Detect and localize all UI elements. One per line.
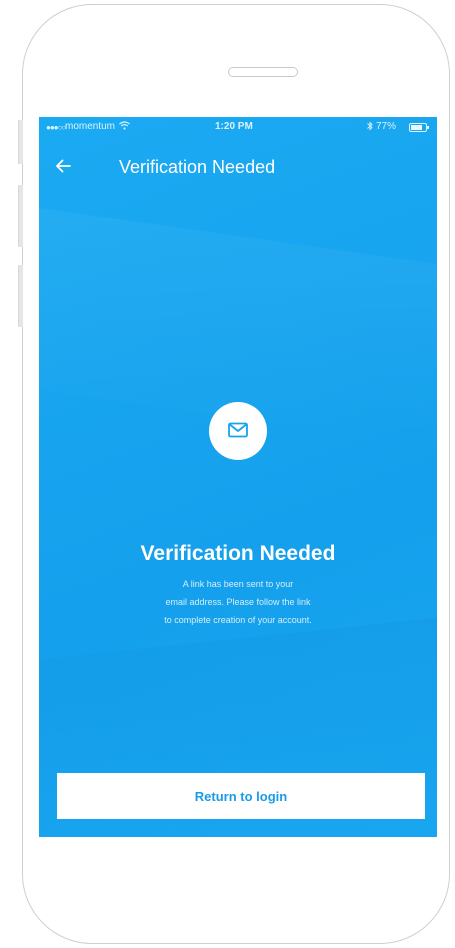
message-line: A link has been sent to your bbox=[182, 579, 294, 589]
arrow-left-icon bbox=[56, 159, 71, 173]
nav-title: Verification Needed bbox=[119, 157, 276, 177]
status-time: 1:20 PM bbox=[215, 121, 253, 132]
battery-icon bbox=[409, 123, 429, 132]
return-to-login-button[interactable]: Return to login bbox=[57, 773, 425, 819]
mail-icon bbox=[228, 422, 248, 438]
message-line: email address. Please follow the link bbox=[165, 597, 311, 607]
bluetooth-icon bbox=[367, 121, 373, 133]
wifi-icon bbox=[119, 121, 130, 132]
status-bar: ●●●○○ momentum 1:20 PM 77% bbox=[39, 117, 437, 139]
app-screen: ●●●○○ momentum 1:20 PM 77% Verification … bbox=[39, 117, 437, 837]
signal-icon: ●●●○○ bbox=[46, 123, 66, 132]
phone-side-button bbox=[18, 120, 23, 164]
verification-heading: Verification Needed bbox=[140, 542, 336, 565]
carrier-name: momentum bbox=[65, 121, 116, 132]
phone-side-button bbox=[18, 185, 23, 247]
page: ●●●○○ momentum 1:20 PM 77% Verification … bbox=[0, 0, 455, 948]
nav-bar: Verification Needed bbox=[39, 147, 437, 187]
verification-message: A link has been sent to your email addre… bbox=[119, 575, 357, 629]
back-button[interactable] bbox=[55, 151, 85, 181]
phone-side-button bbox=[18, 265, 23, 327]
phone-speaker bbox=[228, 67, 298, 77]
battery-percent: 77% bbox=[376, 121, 397, 132]
mail-icon-badge bbox=[209, 402, 267, 460]
message-line: to complete creation of your account. bbox=[164, 615, 312, 625]
